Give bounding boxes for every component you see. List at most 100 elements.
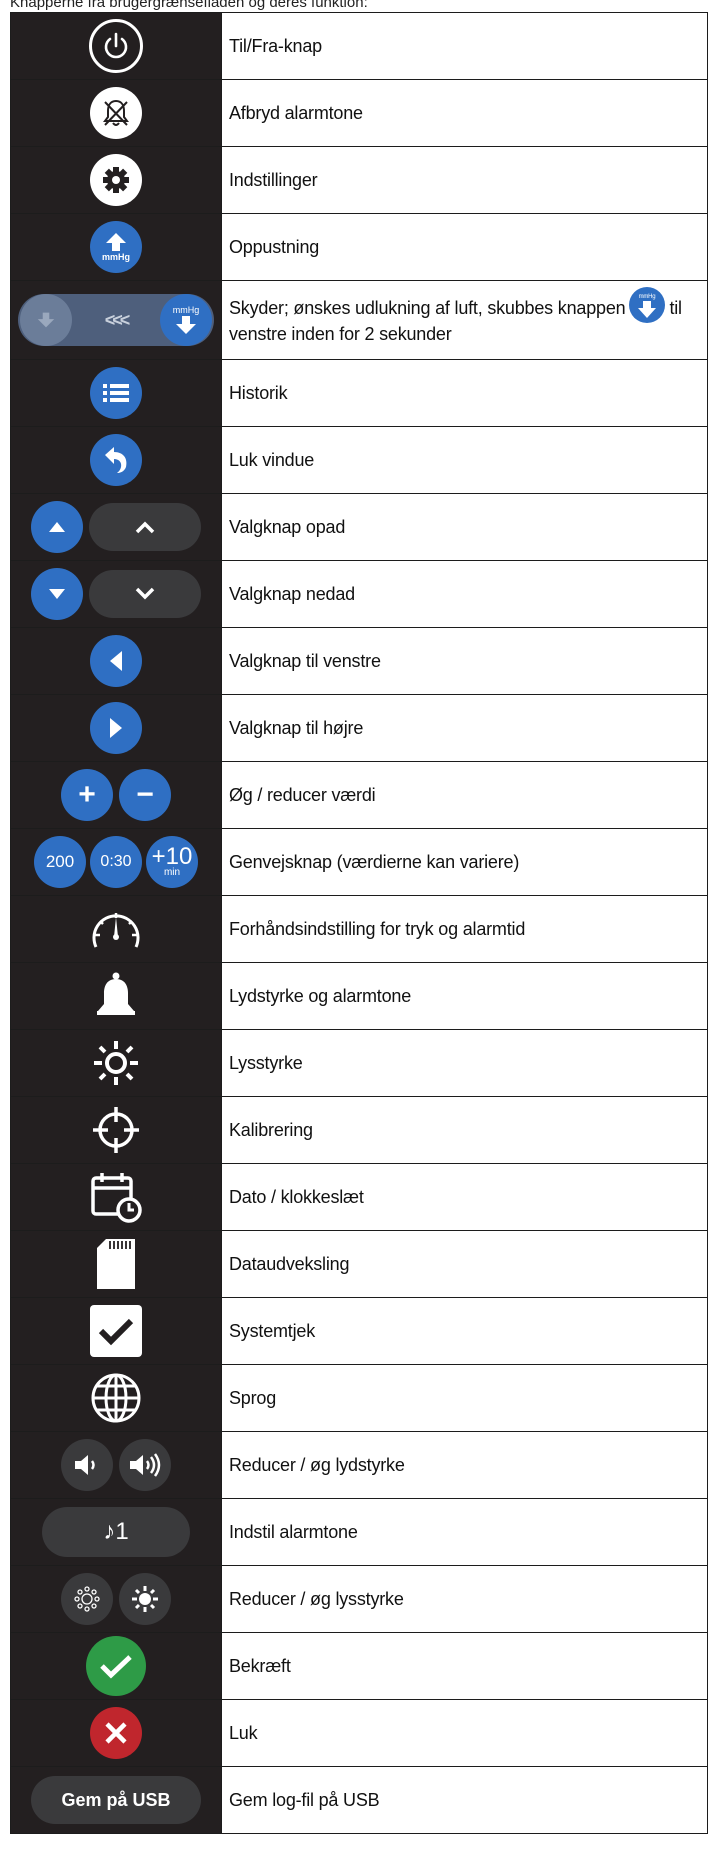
table-row: Sprog [10, 1364, 708, 1432]
table-row: Kalibrering [10, 1096, 708, 1164]
icon-cell [10, 895, 222, 963]
row-description: Systemtjek [221, 1297, 708, 1365]
table-row: Dataudveksling [10, 1230, 708, 1298]
list-icon[interactable] [90, 367, 142, 419]
row-description: Indstil alarmtone [221, 1498, 708, 1566]
top-note: Knapperne fra brugergrænsefladen og dere… [10, 0, 368, 11]
table-row: Afbryd alarmtone [10, 79, 708, 147]
icon-cell [10, 1565, 222, 1633]
shortcut-plus10-label: +10 [151, 843, 193, 870]
row-description: Reducer / øg lydstyrke [221, 1431, 708, 1499]
triangle-down-icon[interactable] [31, 568, 83, 620]
bell-icon[interactable] [94, 971, 138, 1021]
crosshair-icon[interactable] [90, 1104, 142, 1156]
table-row: Valgknap opad [10, 493, 708, 561]
table-row: Indstillinger [10, 146, 708, 214]
table-row: <<< mmHg Skyder; ønskes udlukning af luf… [10, 280, 708, 360]
icon-cell [10, 493, 222, 561]
row-description: Lydstyrke og alarmtone [221, 962, 708, 1030]
row-description: Dataudveksling [221, 1230, 708, 1298]
icon-cell [10, 1029, 222, 1097]
slider-knob[interactable]: mmHg [159, 294, 212, 346]
table-row: Reducer / øg lysstyrke [10, 1565, 708, 1633]
table-row: + − Øg / reducer værdi [10, 761, 708, 829]
icon-cell: mmHg [10, 213, 222, 281]
table-row: Historik [10, 359, 708, 427]
row-description: Forhåndsindstilling for tryk og alarmtid [221, 895, 708, 963]
volume-down-icon[interactable] [61, 1439, 113, 1491]
deflate-slider-icon[interactable]: <<< mmHg [18, 294, 214, 346]
row-description: Luk [221, 1699, 708, 1767]
row-description: Skyder; ønskes udlukning af luft, skubbe… [221, 280, 708, 360]
icon-cell [10, 146, 222, 214]
shortcut-200-button[interactable]: 200 [34, 836, 86, 888]
icon-cell [10, 1431, 222, 1499]
sun-icon[interactable] [91, 1038, 141, 1088]
table-row: Valgknap nedad [10, 560, 708, 628]
icon-cell: <<< mmHg [10, 280, 222, 360]
chevron-down-icon[interactable] [89, 570, 201, 618]
brightness-up-icon[interactable] [119, 1573, 171, 1625]
chevron-up-icon[interactable] [89, 503, 201, 551]
icon-cell [10, 1632, 222, 1700]
inflate-mmhg-icon[interactable]: mmHg [90, 221, 142, 273]
shortcut-plus10-button[interactable]: +10 min [146, 836, 198, 888]
alarm-mute-icon[interactable] [90, 87, 142, 139]
shortcut-030-button[interactable]: 0:30 [90, 836, 142, 888]
row-description: Afbryd alarmtone [221, 79, 708, 147]
icon-cell: + − [10, 761, 222, 829]
plus-button[interactable]: + [61, 769, 113, 821]
calendar-clock-icon[interactable] [89, 1170, 143, 1224]
brightness-down-icon[interactable] [61, 1573, 113, 1625]
globe-icon[interactable] [89, 1371, 143, 1425]
table-row: Forhåndsindstilling for tryk og alarmtid [10, 895, 708, 963]
icon-cell [10, 962, 222, 1030]
slider-arrows: <<< [104, 309, 130, 330]
triangle-right-icon[interactable] [90, 702, 142, 754]
row-description: Indstillinger [221, 146, 708, 214]
volume-up-icon[interactable] [119, 1439, 171, 1491]
row-description: Valgknap nedad [221, 560, 708, 628]
checkbox-icon[interactable] [90, 1305, 142, 1357]
table-row: Gem på USB Gem log-fil på USB [10, 1766, 708, 1834]
table-row: Til/Fra-knap [10, 12, 708, 80]
icon-cell [10, 12, 222, 80]
table-row: Lydstyrke og alarmtone [10, 962, 708, 1030]
back-arrow-icon[interactable] [90, 434, 142, 486]
icon-cell [10, 560, 222, 628]
row-description: Reducer / øg lysstyrke [221, 1565, 708, 1633]
table-row: ♪1 Indstil alarmtone [10, 1498, 708, 1566]
triangle-left-icon[interactable] [90, 635, 142, 687]
row-description: Valgknap til venstre [221, 627, 708, 695]
mmhg-label: mmHg [172, 305, 200, 315]
tone-select-button[interactable]: ♪1 [42, 1507, 190, 1557]
table-row: Dato / klokkeslæt [10, 1163, 708, 1231]
gear-icon[interactable] [90, 154, 142, 206]
icon-cell [10, 1297, 222, 1365]
confirm-check-icon[interactable] [86, 1636, 146, 1696]
icon-cell [10, 359, 222, 427]
mmhg-label: mmHg [101, 252, 130, 262]
row-description: Øg / reducer værdi [221, 761, 708, 829]
power-icon[interactable] [89, 19, 143, 73]
save-usb-button[interactable]: Gem på USB [31, 1776, 201, 1824]
icon-cell [10, 1096, 222, 1164]
icon-cell [10, 1230, 222, 1298]
icon-cell [10, 1364, 222, 1432]
sd-card-icon[interactable] [94, 1237, 138, 1291]
slider-desc-part1: Skyder; ønskes udlukning af luft, skubbe… [229, 297, 626, 318]
icon-cell [10, 694, 222, 762]
triangle-up-icon[interactable] [31, 501, 83, 553]
row-description: Historik [221, 359, 708, 427]
row-description: Oppustning [221, 213, 708, 281]
slider-ghost-knob [20, 294, 72, 346]
gauge-icon[interactable] [88, 905, 144, 953]
icon-cell [10, 426, 222, 494]
icon-cell [10, 1163, 222, 1231]
close-x-icon[interactable] [90, 1707, 142, 1759]
row-description: Valgknap til højre [221, 694, 708, 762]
button-legend-table: Til/Fra-knap Afbryd alarmtone Indstillin… [10, 12, 708, 1834]
minus-button[interactable]: − [119, 769, 171, 821]
icon-cell: 200 0:30 +10 min [10, 828, 222, 896]
row-description: Gem log-fil på USB [221, 1766, 708, 1834]
